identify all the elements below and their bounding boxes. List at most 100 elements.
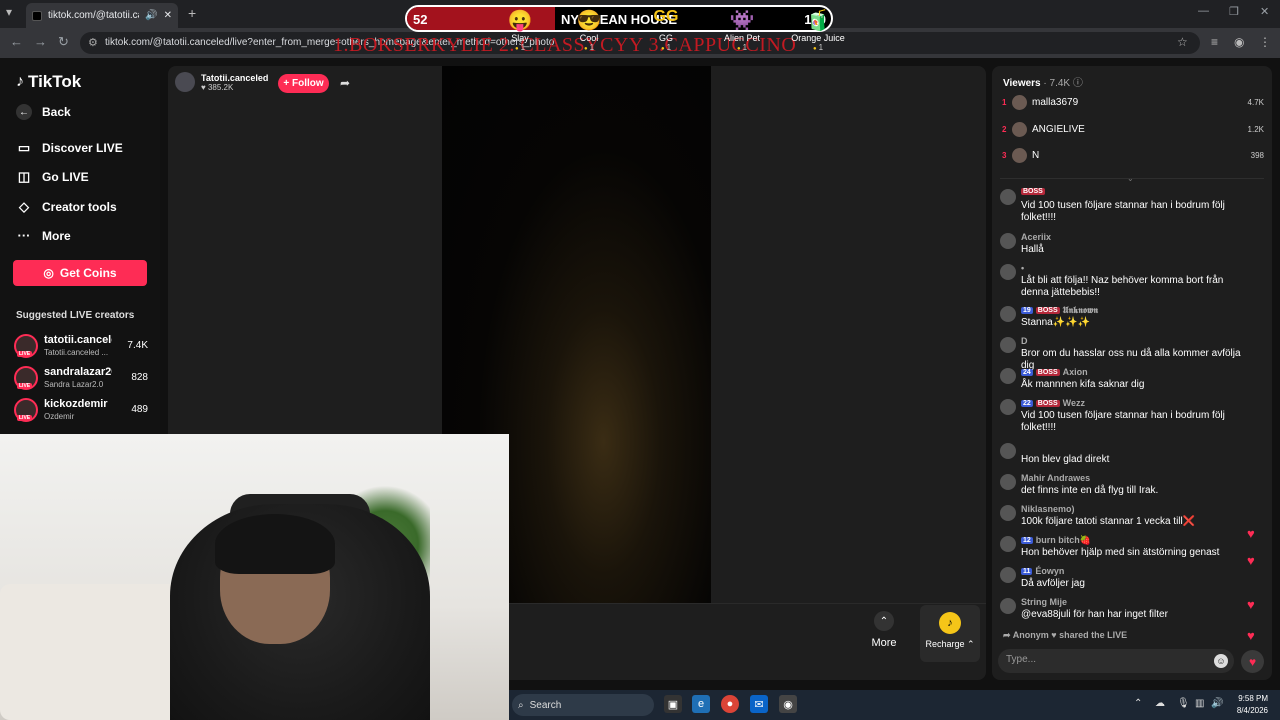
avatar[interactable] <box>1000 306 1016 322</box>
host-info[interactable]: Tatotii.canceled ♥ 385.2K <box>175 72 268 92</box>
chat-input[interactable] <box>1006 654 1206 665</box>
suggested-creator[interactable]: LIVE kickozdemir Ozdemir 489 <box>14 398 148 426</box>
viewer-rank: 3 <box>1002 150 1007 160</box>
top-viewer[interactable]: 2 ANGIELIVE 1.2K <box>1002 120 1264 138</box>
avatar[interactable] <box>1000 474 1016 490</box>
chat-username[interactable]: Wezz <box>1063 398 1085 408</box>
level-badge: 24 <box>1021 368 1033 376</box>
close-window-icon[interactable]: ✕ <box>1260 5 1269 18</box>
avatar <box>1012 147 1027 163</box>
top-viewer[interactable]: 1 malla3679 4.7K <box>1002 93 1264 111</box>
avatar[interactable] <box>1000 368 1016 384</box>
gift-item[interactable]: 😛 Slay 1 <box>490 8 550 52</box>
chrome-icon[interactable]: ● <box>721 695 739 713</box>
edge-icon[interactable]: e <box>692 695 710 713</box>
chat-username[interactable]: Éowyn <box>1035 566 1064 576</box>
obs-icon[interactable]: ◉ <box>779 695 797 713</box>
restore-icon[interactable]: ❐ <box>1229 5 1239 18</box>
avatar[interactable] <box>1000 598 1016 614</box>
avatar[interactable] <box>1000 505 1016 521</box>
task-view-icon[interactable]: ▣ <box>664 695 682 713</box>
more-gifts-label: More <box>871 637 897 649</box>
network-icon[interactable]: ▥ <box>1195 698 1204 709</box>
browser-menu-icon[interactable]: ⋮ <box>1259 35 1271 49</box>
share-icon: ➦ <box>1003 630 1011 640</box>
avatar[interactable] <box>1000 399 1016 415</box>
new-tab-icon[interactable]: + <box>188 5 196 21</box>
avatar[interactable] <box>1000 264 1016 280</box>
gift-item[interactable]: 😎 Cool 1 <box>559 8 619 52</box>
chat-username[interactable]: • <box>1021 263 1024 273</box>
boss-badge: BOSS <box>1035 368 1060 376</box>
chat-username[interactable]: 𝖀𝖓𝖐𝖓𝖔𝖜𝖓 <box>1063 305 1098 316</box>
taskbar-search-label: Search <box>529 699 562 711</box>
gift-icon: 😛 <box>507 10 533 32</box>
reload-icon[interactable]: ↻ <box>58 34 69 50</box>
back-button[interactable]: ← Back <box>16 104 71 120</box>
gift-bar <box>509 603 986 669</box>
minimize-icon[interactable]: — <box>1198 5 1209 17</box>
tiktok-logo[interactable]: ♪ TikTok <box>16 72 81 92</box>
system-clock[interactable]: 9:58 PM 8/4/2026 <box>1228 693 1268 717</box>
expand-chevron-icon[interactable]: ⌄ <box>1127 174 1134 183</box>
bookmark-star-icon[interactable]: ☆ <box>1177 35 1188 49</box>
forward-arrow-icon[interactable]: → <box>34 34 47 49</box>
gift-item[interactable]: GG GG 1 <box>636 8 696 52</box>
follow-button[interactable]: + Follow <box>278 74 329 93</box>
get-coins-label: Get Coins <box>59 266 117 280</box>
chat-username[interactable]: Mahir Andrawes <box>1021 473 1090 483</box>
sidebar-item-creator-tools[interactable]: ◇ Creator tools <box>16 199 117 215</box>
chat-username[interactable]: Niklasnemo) <box>1021 504 1075 514</box>
chat-username[interactable]: Axion <box>1063 367 1088 377</box>
chat-message-text: Låt bli att följa!! Naz behöver komma bo… <box>1021 275 1224 298</box>
gift-item[interactable]: 🧃 Orange Juice 1 <box>788 8 848 52</box>
tab-list-icon[interactable]: ▾ <box>6 5 12 19</box>
gift-cost: 1 <box>788 43 848 52</box>
info-icon[interactable]: ⓘ <box>1073 78 1083 89</box>
tab-close-icon[interactable]: ✕ <box>164 10 172 21</box>
share-icon[interactable]: ➦ <box>340 76 350 90</box>
tray-chevron-icon[interactable]: ⌃ <box>1134 698 1142 709</box>
outlook-icon[interactable]: ✉ <box>750 695 768 713</box>
recharge-button[interactable]: ♪ Recharge ⌃ <box>920 605 980 662</box>
profile-icon[interactable]: ◉ <box>1234 35 1244 49</box>
suggested-creator[interactable]: LIVE sandralazar20 Sandra Lazar2.0 828 <box>14 366 148 394</box>
emoji-icon[interactable]: ☺ <box>1214 654 1228 668</box>
speaker-icon[interactable]: 🔊 <box>145 10 157 21</box>
top-viewer[interactable]: 3 N 398 <box>1002 146 1264 164</box>
onedrive-icon[interactable]: ☁ <box>1155 698 1165 709</box>
chat-username[interactable]: Aceriix <box>1021 232 1051 242</box>
avatar[interactable] <box>1000 233 1016 249</box>
gift-item[interactable]: 👾 Alien Pet 1 <box>712 8 772 52</box>
host-name[interactable]: Tatotii.canceled <box>201 73 268 83</box>
sidebar-item-discover-live[interactable]: ▭ Discover LIVE <box>16 140 123 156</box>
get-coins-button[interactable]: ◎ Get Coins <box>13 260 147 286</box>
back-arrow-icon[interactable]: ← <box>10 34 23 49</box>
avatar[interactable] <box>1000 536 1016 552</box>
creator-subtitle: Tatotii.canceled ... <box>44 348 109 357</box>
suggested-creator[interactable]: LIVE tatotii.canceled Tatotii.canceled .… <box>14 334 148 362</box>
site-info-icon[interactable]: ⚙ <box>88 36 98 49</box>
more-gifts-button[interactable]: ⌃ More <box>862 611 906 649</box>
media-controls-icon[interactable]: ≡ <box>1211 35 1218 49</box>
sidebar-item-go-live[interactable]: ◫ Go LIVE <box>16 169 89 185</box>
viewer-score: 4.7K <box>1247 97 1264 107</box>
avatar[interactable] <box>175 72 195 92</box>
avatar[interactable] <box>1000 567 1016 583</box>
viewers-header[interactable]: Viewers · 7.4K ⓘ <box>1003 74 1083 89</box>
microphone-icon[interactable]: 🎙 <box>1177 698 1190 709</box>
avatar[interactable] <box>1000 337 1016 353</box>
chat-username[interactable]: burn bitch🍓 <box>1036 535 1091 546</box>
chat-username[interactable]: String Mije <box>1021 597 1067 607</box>
coin-icon: ◎ <box>43 266 54 280</box>
webcam-overlay <box>0 434 509 720</box>
sidebar-item-more[interactable]: ··· More <box>16 228 71 243</box>
avatar[interactable] <box>1000 189 1016 205</box>
chat-input-box[interactable] <box>998 649 1234 673</box>
browser-tab[interactable]: tiktok.com/@tatotii.canceled 🔊 ✕ <box>26 3 178 28</box>
avatar[interactable] <box>1000 443 1016 459</box>
chat-username[interactable]: D <box>1021 336 1028 346</box>
volume-icon[interactable]: 🔊 <box>1211 698 1223 709</box>
taskbar-search[interactable]: ⌕ Search <box>512 694 654 716</box>
like-button[interactable]: ♥ <box>1241 650 1264 673</box>
